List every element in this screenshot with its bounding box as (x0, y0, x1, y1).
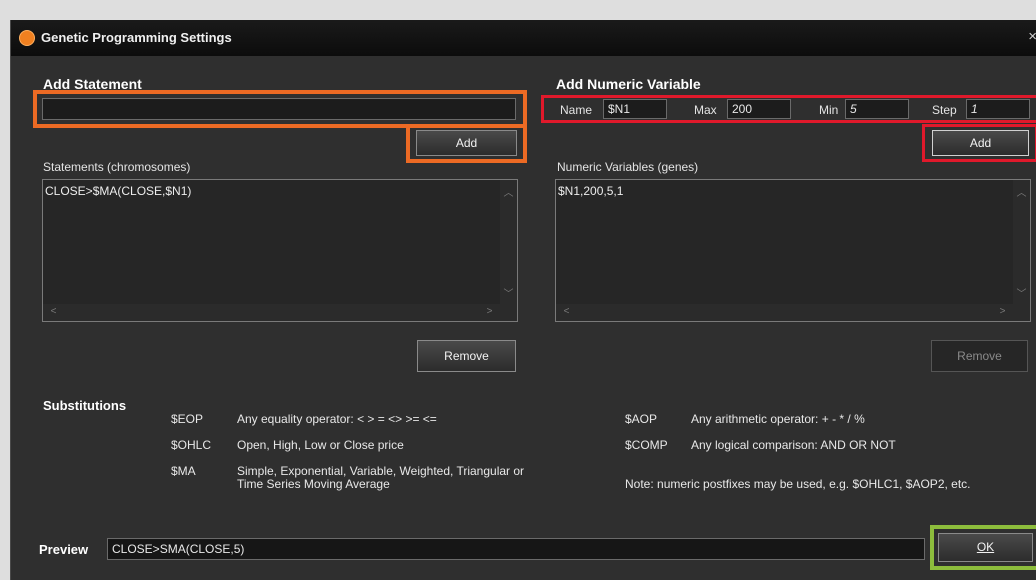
statements-list[interactable]: CLOSE>$MA(CLOSE,$N1) ︿ ﹀ < > (42, 179, 518, 322)
name-field[interactable] (603, 99, 667, 119)
chevron-right-icon[interactable]: > (481, 306, 498, 317)
ohlc-code: $OHLC (171, 438, 212, 452)
ohlc-description: Open, High, Low or Close price (237, 438, 404, 452)
numeric-vars-list[interactable]: $N1,200,5,1 ︿ ﹀ < > (555, 179, 1031, 322)
min-label: Min (819, 103, 839, 117)
comp-code: $COMP (625, 438, 668, 452)
ma-description-line2: Time Series Moving Average (237, 477, 390, 491)
eop-code: $EOP (171, 412, 204, 426)
horizontal-scrollbar[interactable]: < > (43, 304, 500, 321)
ma-code: $MA (171, 464, 196, 478)
max-field[interactable] (727, 99, 791, 119)
vertical-scrollbar[interactable]: ︿ ﹀ (1013, 180, 1030, 304)
vertical-scrollbar[interactable]: ︿ ﹀ (500, 180, 517, 304)
postfix-note: Note: numeric postfixes may be used, e.g… (625, 477, 971, 491)
chevron-down-icon[interactable]: ﹀ (500, 285, 517, 300)
ok-button[interactable]: OK (938, 533, 1033, 562)
step-field[interactable] (966, 99, 1030, 119)
chevron-left-icon[interactable]: < (558, 306, 575, 317)
aop-description: Any arithmetic operator: + - * / % (691, 412, 865, 426)
preview-label: Preview (39, 542, 89, 557)
substitutions-header: Substitutions (43, 398, 127, 413)
chevron-down-icon[interactable]: ﹀ (1013, 285, 1030, 300)
preview-field[interactable] (107, 538, 925, 560)
add-numeric-button[interactable]: Add (932, 130, 1029, 156)
chevron-up-icon[interactable]: ︿ (1013, 184, 1030, 199)
scroll-corner (1013, 304, 1030, 321)
remove-statement-button[interactable]: Remove (417, 340, 516, 372)
remove-numeric-button[interactable]: Remove (931, 340, 1028, 372)
window-title: Genetic Programming Settings (41, 30, 232, 45)
horizontal-scrollbar[interactable]: < > (556, 304, 1013, 321)
close-icon[interactable]: × (1028, 28, 1036, 45)
comp-description: Any logical comparison: AND OR NOT (691, 438, 896, 452)
title-bar: Genetic Programming Settings × (11, 20, 1036, 56)
min-field[interactable] (845, 99, 909, 119)
chevron-right-icon[interactable]: > (994, 306, 1011, 317)
step-label: Step (932, 103, 957, 117)
statement-input[interactable] (42, 98, 516, 120)
max-label: Max (694, 103, 717, 117)
ma-description-line1: Simple, Exponential, Variable, Weighted,… (237, 464, 525, 478)
app-logo-icon (19, 30, 35, 46)
add-numeric-header: Add Numeric Variable (556, 76, 701, 92)
chevron-up-icon[interactable]: ︿ (500, 184, 517, 199)
chevron-left-icon[interactable]: < (45, 306, 62, 317)
numeric-vars-label: Numeric Variables (genes) (557, 160, 699, 174)
eop-description: Any equality operator: < > = <> >= <= (237, 412, 437, 426)
statement-item[interactable]: CLOSE>$MA(CLOSE,$N1) (45, 184, 191, 198)
scroll-corner (500, 304, 517, 321)
numeric-var-item[interactable]: $N1,200,5,1 (558, 184, 623, 198)
settings-dialog: Genetic Programming Settings × Add State… (10, 20, 1036, 580)
add-statement-button[interactable]: Add (416, 130, 517, 156)
statements-label: Statements (chromosomes) (43, 160, 191, 174)
name-label: Name (560, 103, 593, 117)
aop-code: $AOP (625, 412, 658, 426)
